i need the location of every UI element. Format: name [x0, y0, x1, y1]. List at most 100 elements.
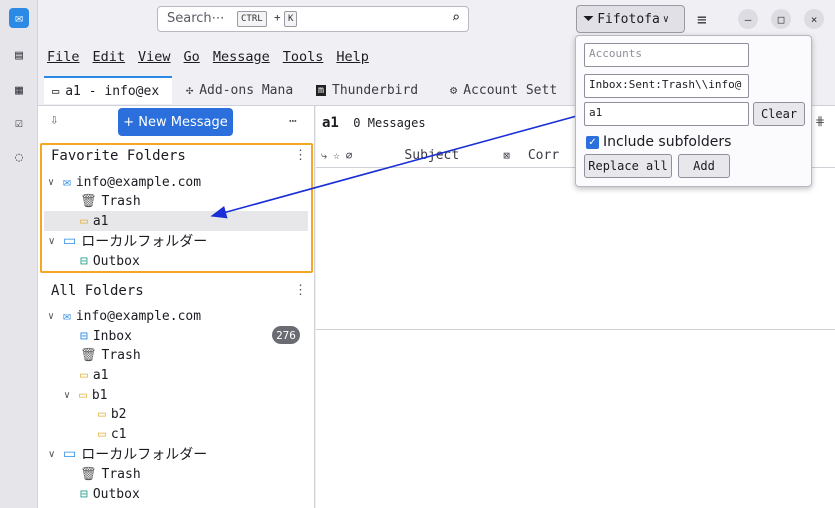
add-button[interactable]: Add: [678, 154, 730, 178]
chevron-down-icon: ∨: [48, 448, 56, 460]
clear-button[interactable]: Clear: [753, 102, 805, 126]
all-inbox-row[interactable]: ⊟ Inbox: [80, 326, 132, 346]
folders-input[interactable]: Inbox:Sent:Trash\\info@: [584, 74, 749, 98]
new-message-button[interactable]: + New Message: [118, 108, 233, 136]
trash-icon: 🗑: [80, 347, 97, 363]
all-b1-label: b1: [91, 387, 108, 403]
fav-trash-row[interactable]: 🗑 Trash: [80, 191, 141, 211]
address-book-icon[interactable]: ▤: [9, 45, 29, 65]
menu-edit[interactable]: Edit: [93, 49, 126, 65]
include-subfolders-label: Include subfolders: [603, 134, 732, 150]
all-local-outbox-row[interactable]: ⊟ Outbox: [80, 484, 140, 504]
all-account-label: info@example.com: [75, 308, 202, 324]
all-account-row[interactable]: ∨ ✉ info@example.com: [48, 306, 201, 326]
filter-input[interactable]: a1: [584, 102, 749, 126]
all-local-row[interactable]: ∨ ▭ ローカルフォルダー: [48, 444, 207, 464]
folder-pane-more-icon[interactable]: ⋯: [289, 114, 297, 129]
all-trash-row[interactable]: 🗑 Trash: [80, 345, 141, 365]
favorite-folders-more-icon[interactable]: ⋮: [294, 148, 307, 163]
chevron-down-icon: ∨: [48, 235, 56, 247]
app-menu-icon[interactable]: ≡: [697, 10, 707, 29]
all-local-trash-label: Trash: [101, 466, 141, 482]
all-local-trash-row[interactable]: 🗑 Trash: [80, 464, 141, 484]
accounts-input[interactable]: Accounts: [584, 43, 749, 67]
menu-message[interactable]: Message: [213, 49, 270, 65]
all-b2-label: b2: [110, 406, 127, 422]
inbox-icon: ⊟: [80, 328, 88, 344]
replace-all-button[interactable]: Replace all: [584, 154, 672, 178]
fav-account-row[interactable]: ∨ ✉ info@example.com: [48, 172, 201, 192]
all-c1-row[interactable]: ▭ c1: [98, 424, 126, 444]
get-messages-icon[interactable]: ⇩: [50, 112, 58, 128]
fav-local-row[interactable]: ∨ ▭ ローカルフォルダー: [48, 231, 207, 251]
all-folders-more-icon[interactable]: ⋮: [294, 283, 307, 298]
gear-icon: ⚙: [450, 83, 458, 97]
calendar-icon[interactable]: ▦: [9, 80, 29, 100]
list-options-icon[interactable]: ⋕: [815, 114, 825, 128]
folder-icon: ▭: [80, 367, 88, 383]
all-c1-label: c1: [110, 426, 127, 442]
fav-a1-row[interactable]: ▭ a1: [44, 211, 308, 231]
search-bar[interactable]: Search⋯ CTRL + K ⌕: [157, 6, 469, 32]
folder-icon: ▭: [52, 84, 60, 98]
star-column-icon[interactable]: ☆: [333, 149, 340, 162]
all-b2-row[interactable]: ▭ b2: [98, 404, 126, 424]
include-subfolders-checkbox[interactable]: ✓ Include subfolders: [586, 134, 731, 150]
mail-space-icon[interactable]: ✉: [9, 8, 29, 28]
fav-outbox-row[interactable]: ⊟ Outbox: [80, 251, 140, 271]
menu-view[interactable]: View: [138, 49, 171, 65]
tab-mail[interactable]: ▭ a1 - info@ex: [44, 76, 172, 104]
tab-addons-label: Add-ons Mana: [199, 82, 294, 98]
menu-file[interactable]: File: [47, 49, 80, 65]
thread-column-icon[interactable]: ⤷: [321, 149, 327, 163]
all-a1-row[interactable]: ▭ a1: [80, 365, 108, 385]
subject-column[interactable]: Subject: [404, 148, 459, 163]
filter-icon: ⏷: [583, 11, 595, 27]
fifotofa-button[interactable]: ⏷ Fifotofa ∨: [576, 5, 685, 33]
folder-icon: ▭: [79, 387, 87, 403]
trash-icon: 🗑: [80, 193, 97, 209]
outbox-icon: ⊟: [80, 253, 88, 269]
minimize-icon[interactable]: –: [738, 9, 758, 29]
fav-trash-label: Trash: [101, 193, 141, 209]
shortcut-key-k: K: [284, 11, 298, 27]
fifotofa-popup: Accounts Inbox:Sent:Trash\\info@ a1 Clea…: [575, 35, 812, 187]
attachment-column-icon[interactable]: ⌀: [346, 149, 353, 162]
menu-help[interactable]: Help: [336, 49, 369, 65]
fav-account-label: info@example.com: [75, 174, 202, 190]
search-icon: ⌕: [451, 10, 460, 26]
message-count: 0 Messages: [353, 116, 426, 130]
menu-go[interactable]: Go: [184, 49, 200, 65]
chevron-down-icon: ∨: [48, 176, 55, 188]
pane-splitter[interactable]: [316, 329, 835, 330]
maximize-icon[interactable]: □: [771, 9, 791, 29]
shortcut-key-ctrl: CTRL: [237, 11, 267, 27]
all-b1-row[interactable]: ∨ ▭ b1: [64, 385, 107, 405]
inbox-unread-badge: 276: [272, 326, 300, 344]
menu-tools[interactable]: Tools: [283, 49, 324, 65]
spam-column-icon[interactable]: ⊠: [503, 149, 510, 162]
chat-icon[interactable]: ◌: [9, 147, 29, 167]
all-local-label: ローカルフォルダー: [81, 447, 208, 463]
mail-account-icon: ✉: [63, 308, 71, 324]
local-folder-icon: ▭: [63, 446, 77, 462]
favorite-folders-title: Favorite Folders: [51, 148, 186, 164]
all-trash-label: Trash: [101, 347, 141, 363]
outbox-icon: ⊟: [80, 486, 88, 502]
folder-icon: ▭: [80, 213, 88, 229]
correspondents-column[interactable]: Corr: [528, 148, 559, 163]
folder-icon: ▭: [98, 406, 106, 422]
trash-icon: 🗑: [80, 466, 97, 482]
tasks-icon[interactable]: ☑: [9, 113, 29, 133]
tab-thunderbird[interactable]: m Thunderbird: [308, 76, 436, 104]
tab-addons[interactable]: ✣ Add-ons Mana: [178, 76, 300, 104]
all-a1-label: a1: [92, 367, 109, 383]
chevron-down-icon: ∨: [64, 389, 71, 401]
tab-thunderbird-label: Thunderbird: [332, 82, 419, 98]
close-icon[interactable]: ×: [804, 9, 824, 29]
tab-account-settings[interactable]: ⚙ Account Sett: [442, 76, 566, 104]
tab-mail-label: a1 - info@ex: [65, 83, 160, 99]
fav-outbox-label: Outbox: [92, 253, 140, 269]
chevron-down-icon: ∨: [662, 13, 669, 25]
all-inbox-label: Inbox: [92, 328, 132, 344]
